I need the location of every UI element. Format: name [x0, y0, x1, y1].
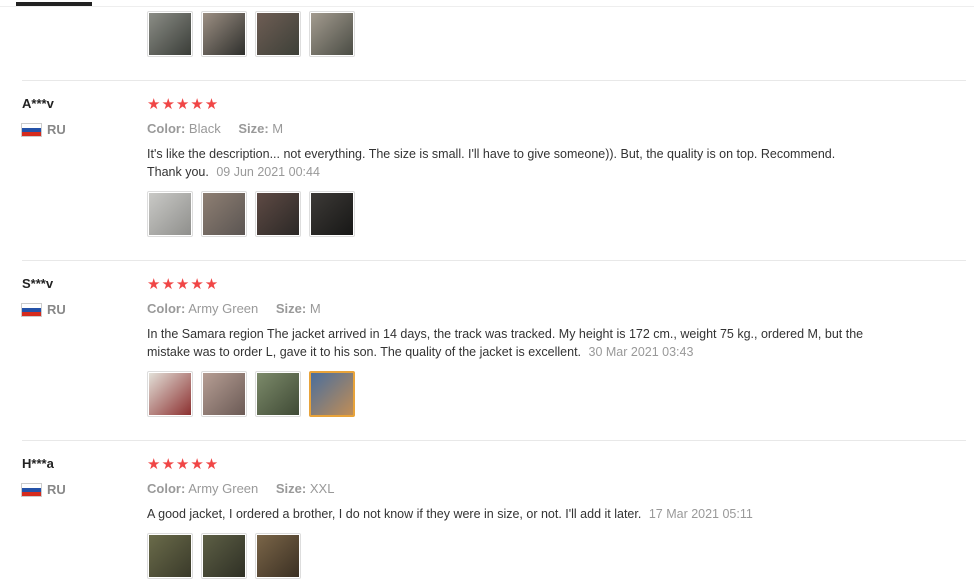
reviewer-country: RU [22, 302, 66, 317]
color-label: Color: [147, 481, 186, 496]
review-divider [22, 80, 966, 81]
review-photo[interactable] [255, 371, 301, 417]
reviewer-country: RU [22, 482, 66, 497]
review-date: 17 Mar 2021 05:11 [648, 507, 753, 521]
review-photo[interactable] [201, 371, 247, 417]
review-body: A good jacket, I ordered a brother, I do… [147, 507, 642, 521]
review-date: 09 Jun 2021 00:44 [216, 165, 320, 179]
review-date: 30 Mar 2021 03:43 [588, 345, 694, 359]
review-photos-top [147, 11, 355, 57]
russia-flag-icon [22, 123, 41, 136]
sku-attributes: Color: Army Green Size: M [147, 301, 321, 316]
review-photo[interactable] [147, 191, 193, 237]
reviewer-name: A***v [22, 96, 54, 111]
sku-attributes: Color: Black Size: M [147, 121, 283, 136]
review-photo[interactable] [201, 11, 247, 57]
size-value: XXL [309, 481, 335, 496]
review-photo-selected[interactable] [309, 371, 355, 417]
review-divider [22, 440, 966, 441]
color-value: Black [188, 121, 221, 136]
color-value: Army Green [188, 301, 259, 316]
review-photo[interactable] [255, 533, 301, 579]
review-photo[interactable] [147, 533, 193, 579]
review-photos [147, 371, 355, 417]
size-value: M [272, 121, 284, 136]
tab-bar-divider [0, 6, 974, 7]
review-photo[interactable] [255, 11, 301, 57]
sku-attributes: Color: Army Green Size: XXL [147, 481, 334, 496]
star-rating: ★★★★★ [147, 276, 220, 293]
country-code: RU [47, 122, 66, 137]
size-value: M [309, 301, 321, 316]
reviewer-name: H***a [22, 456, 54, 471]
color-label: Color: [147, 301, 186, 316]
country-code: RU [47, 302, 66, 317]
review-text: It's like the description... not everyth… [147, 145, 872, 181]
review-divider [22, 260, 966, 261]
reviewer-name: S***v [22, 276, 54, 291]
star-rating: ★★★★★ [147, 456, 220, 473]
star-rating: ★★★★★ [147, 96, 220, 113]
review-photo[interactable] [309, 191, 355, 237]
review-text: In the Samara region The jacket arrived … [147, 325, 872, 361]
review-photo[interactable] [255, 191, 301, 237]
review-text: A good jacket, I ordered a brother, I do… [147, 505, 872, 523]
color-value: Army Green [188, 481, 259, 496]
color-label: Color: [147, 121, 186, 136]
russia-flag-icon [22, 483, 41, 496]
review-body: In the Samara region The jacket arrived … [147, 327, 864, 359]
review-photo[interactable] [147, 11, 193, 57]
review-photos [147, 191, 355, 237]
review-photos [147, 533, 301, 579]
size-label: Size: [275, 481, 307, 496]
size-label: Size: [238, 121, 269, 136]
reviewer-country: RU [22, 122, 66, 137]
review-photo[interactable] [201, 191, 247, 237]
size-label: Size: [275, 301, 307, 316]
country-code: RU [47, 482, 66, 497]
review-photo[interactable] [309, 11, 355, 57]
review-photo[interactable] [201, 533, 247, 579]
review-photo[interactable] [147, 371, 193, 417]
russia-flag-icon [22, 303, 41, 316]
